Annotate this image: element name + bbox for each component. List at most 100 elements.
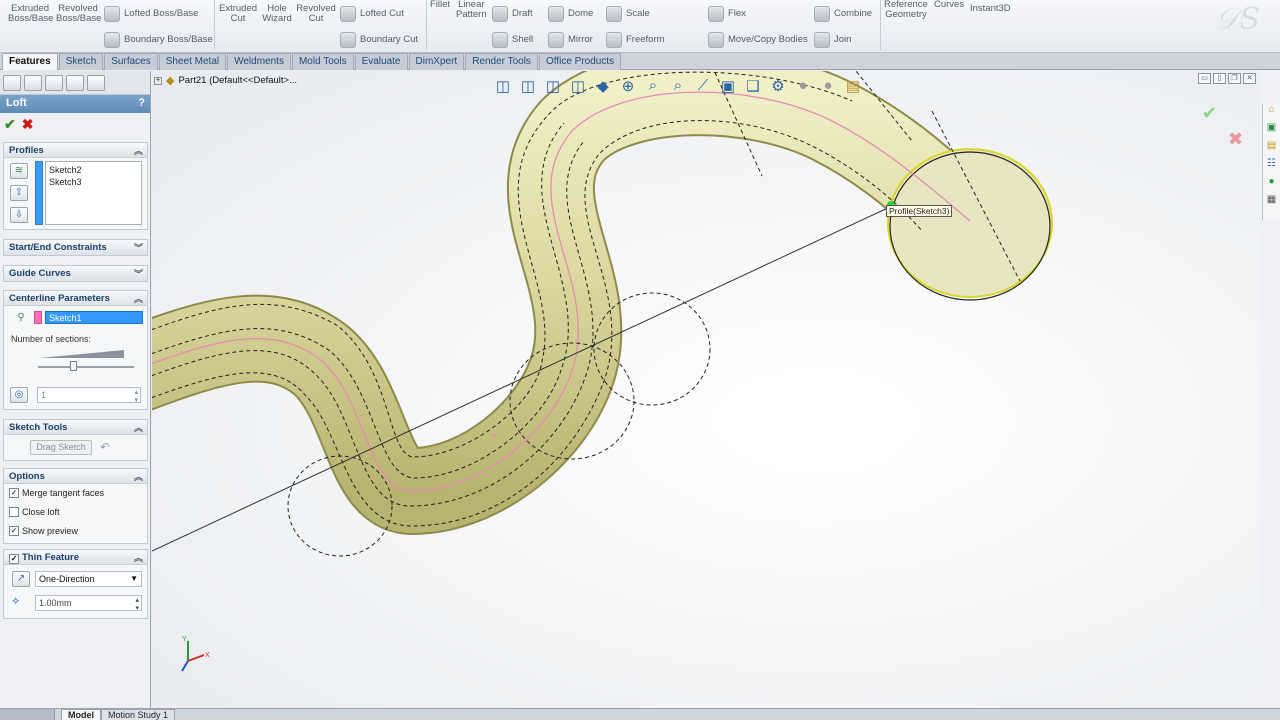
- sketch-tools-header[interactable]: Sketch Tools ︽: [4, 420, 147, 435]
- join-button[interactable]: Join: [814, 32, 851, 48]
- confirm-cancel-corner-icon[interactable]: ✖: [1228, 129, 1243, 150]
- profiles-list[interactable]: Sketch2 Sketch3: [45, 161, 142, 225]
- thin-feature-header[interactable]: ✓ Thin Feature ︽: [4, 550, 147, 565]
- collapse-chevron-icon[interactable]: ︽: [134, 292, 143, 305]
- tab-features[interactable]: Features: [2, 53, 58, 70]
- centerline-header[interactable]: Centerline Parameters ︽: [4, 291, 147, 306]
- edit-appearance-icon[interactable]: ⚙: [767, 77, 789, 97]
- thin-feature-checkbox[interactable]: ✓: [9, 554, 19, 564]
- render-icon[interactable]: ▤: [842, 77, 864, 97]
- collapse-chevron-icon[interactable]: ︽: [134, 144, 143, 157]
- tile-icon[interactable]: ▭: [1198, 73, 1211, 84]
- boundary-boss-button[interactable]: Boundary Boss/Base: [104, 32, 213, 48]
- collapse-chevron-icon[interactable]: ︽: [134, 470, 143, 483]
- design-library-tab-icon[interactable]: ▣: [1263, 122, 1280, 140]
- previous-view-icon[interactable]: ⌕: [667, 77, 689, 97]
- thin-direction-select[interactable]: One-Direction ▼: [35, 571, 142, 587]
- fillet-button[interactable]: Fillet: [430, 0, 450, 10]
- section-view-icon[interactable]: ⟋: [692, 77, 714, 97]
- options-header[interactable]: Options ︽: [4, 469, 147, 484]
- start-end-constraints-group[interactable]: Start/End Constraints ︾: [3, 239, 148, 256]
- view-settings-icon[interactable]: ●: [817, 77, 839, 97]
- configuration-manager-tab-icon[interactable]: [45, 75, 63, 91]
- zoom-area-icon[interactable]: ⌕: [642, 77, 664, 97]
- view-right-icon[interactable]: ◫: [542, 77, 564, 97]
- collapse-chevron-icon[interactable]: ︽: [134, 551, 143, 564]
- close-window-icon[interactable]: ✕: [1243, 73, 1256, 84]
- close-loft-checkbox[interactable]: Close loft: [9, 507, 60, 517]
- display-style-icon[interactable]: ▣: [717, 77, 739, 97]
- tab-model[interactable]: Model: [61, 709, 101, 720]
- feature-tree-flyout[interactable]: + ◆ Part21 (Default<<Default>...: [154, 74, 297, 87]
- lofted-cut-button[interactable]: Lofted Cut: [340, 6, 404, 22]
- help-icon[interactable]: ?: [138, 97, 145, 109]
- curves-button[interactable]: Curves: [934, 0, 964, 10]
- tab-sketch[interactable]: Sketch: [58, 53, 104, 70]
- restore-icon[interactable]: ❐: [1228, 73, 1241, 84]
- scene-icon[interactable]: ●: [792, 77, 814, 97]
- profile-callout-label[interactable]: Profile(Sketch3): [886, 205, 953, 217]
- revolved-cut-button[interactable]: Revolved Cut: [296, 4, 336, 24]
- sections-spinbox[interactable]: 1 ▴ ▾: [37, 387, 141, 404]
- mirror-button[interactable]: Mirror: [548, 32, 593, 48]
- thickness-spinbox[interactable]: 1.00mm ▴ ▾: [35, 595, 142, 612]
- instant3d-button[interactable]: Instant3D: [970, 4, 1011, 14]
- show-sections-icon[interactable]: ◎: [10, 387, 28, 403]
- tab-render-tools[interactable]: Render Tools: [465, 53, 538, 70]
- file-explorer-tab-icon[interactable]: ▤: [1263, 140, 1280, 158]
- tab-evaluate[interactable]: Evaluate: [354, 53, 408, 70]
- move-copy-bodies-button[interactable]: Move/Copy Bodies: [708, 32, 808, 48]
- guide-curves-group[interactable]: Guide Curves ︾: [3, 265, 148, 282]
- tab-mold-tools[interactable]: Mold Tools: [291, 53, 354, 70]
- loft-preview-model[interactable]: Y X: [152, 71, 1260, 708]
- tab-surfaces[interactable]: Surfaces: [104, 53, 158, 70]
- sections-slider-thumb[interactable]: [70, 361, 77, 371]
- view-top-icon[interactable]: ◫: [517, 77, 539, 97]
- move-down-arrow-icon[interactable]: ⇩: [10, 207, 28, 223]
- scale-button[interactable]: Scale: [606, 6, 650, 22]
- ok-check-icon[interactable]: ✔: [4, 116, 16, 132]
- confirm-ok-corner-icon[interactable]: ✔: [1202, 103, 1217, 124]
- hide-show-items-icon[interactable]: ❏: [742, 77, 764, 97]
- profiles-header[interactable]: Profiles ︽: [4, 143, 147, 158]
- start-end-constraints-header[interactable]: Start/End Constraints ︾: [4, 240, 147, 255]
- expand-chevron-icon[interactable]: ︾: [134, 241, 143, 254]
- view-front-icon[interactable]: ◫: [492, 77, 514, 97]
- display-manager-tab-icon[interactable]: [87, 75, 105, 91]
- show-preview-checkbox[interactable]: ✓ Show preview: [9, 526, 78, 536]
- view-iso-icon[interactable]: ◫: [567, 77, 589, 97]
- move-up-arrow-icon[interactable]: ⇧: [10, 185, 28, 201]
- merge-tangent-faces-checkbox[interactable]: ✓ Merge tangent faces: [9, 488, 104, 498]
- tab-sheet-metal[interactable]: Sheet Metal: [158, 53, 227, 70]
- sections-slider-track[interactable]: [38, 366, 134, 368]
- hole-wizard-button[interactable]: Hole Wizard: [260, 4, 294, 24]
- shell-button[interactable]: Shell: [492, 32, 533, 48]
- boundary-cut-button[interactable]: Boundary Cut: [340, 32, 418, 48]
- dome-button[interactable]: Dome: [548, 6, 593, 22]
- graphics-area[interactable]: Y X + ◆ Part21 (Default<<Default>... ◫ ◫…: [152, 71, 1260, 708]
- drag-sketch-button[interactable]: Drag Sketch: [30, 440, 92, 455]
- tab-office-products[interactable]: Office Products: [538, 53, 622, 70]
- dimxpert-manager-tab-icon[interactable]: [66, 75, 84, 91]
- tab-scroll-arrows[interactable]: [0, 709, 55, 720]
- tab-dimxpert[interactable]: DimXpert: [408, 53, 465, 70]
- linear-pattern-button[interactable]: Linear Pattern: [456, 0, 487, 20]
- undo-sketch-drag-icon[interactable]: ↶: [100, 440, 110, 454]
- feature-manager-tab-icon[interactable]: [3, 75, 21, 91]
- resources-tab-icon[interactable]: ⌂: [1263, 104, 1280, 122]
- expand-tree-icon[interactable]: +: [154, 76, 162, 85]
- lofted-boss-button[interactable]: Lofted Boss/Base: [104, 6, 198, 22]
- property-manager-tab-icon[interactable]: [24, 75, 42, 91]
- tab-weldments[interactable]: Weldments: [227, 53, 291, 70]
- extruded-cut-button[interactable]: Extruded Cut: [218, 4, 258, 24]
- expand-chevron-icon[interactable]: ︾: [134, 267, 143, 280]
- zoom-to-fit-icon[interactable]: ⊕: [617, 77, 639, 97]
- combine-button[interactable]: Combine: [814, 6, 872, 22]
- reverse-direction-icon[interactable]: ↗: [12, 571, 30, 587]
- extruded-boss-button[interactable]: Extruded Boss/Base: [8, 4, 53, 24]
- tile-vertical-icon[interactable]: ▯: [1213, 73, 1226, 84]
- collapse-chevron-icon[interactable]: ︽: [134, 421, 143, 434]
- custom-properties-tab-icon[interactable]: ▦: [1263, 194, 1280, 212]
- appearances-tab-icon[interactable]: ●: [1263, 176, 1280, 194]
- view-palette-tab-icon[interactable]: ☷: [1263, 158, 1280, 176]
